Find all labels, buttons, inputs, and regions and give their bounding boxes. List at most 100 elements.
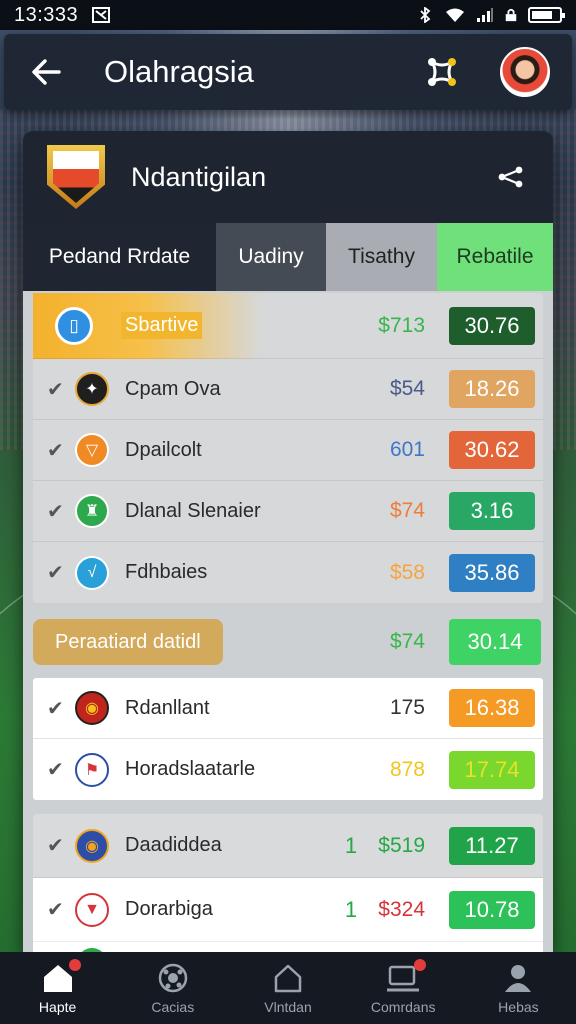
share-icon — [498, 166, 523, 188]
odds-list: ▯ Sbartive $713 30.76 ✔ ✦ Cpam Ova $54 1… — [23, 291, 553, 953]
team-price: 601 — [389, 438, 425, 461]
wifi-icon — [446, 8, 464, 22]
profile-icon — [501, 961, 535, 995]
nav-home[interactable]: Hapte — [0, 952, 115, 1024]
nav-vlntdan[interactable]: Vlntdan — [230, 952, 345, 1024]
odds-badge[interactable]: 30.62 — [449, 431, 535, 469]
team-price: 175 — [389, 696, 425, 719]
status-bar: 13:333 — [0, 0, 576, 30]
avatar[interactable] — [500, 47, 550, 97]
check-icon: ✔ — [47, 439, 64, 462]
team-price: $58 — [389, 560, 425, 584]
odds-badge[interactable]: 17.74 — [449, 750, 535, 789]
team-name: Fdhbaies — [125, 561, 208, 583]
tab-rebatile[interactable]: Rebatile — [437, 223, 553, 291]
network-button[interactable] — [420, 50, 464, 94]
list-item[interactable]: ✔ ◉ Rdanllant 175 16.38 — [33, 678, 543, 739]
odds-badge[interactable]: 11.27 — [449, 826, 535, 865]
odds-badge[interactable]: 3.16 — [449, 492, 535, 530]
check-icon: ✔ — [47, 378, 64, 401]
monitor-icon — [386, 959, 427, 995]
odds-group-middle: ✔ ◉ Rdanllant 175 16.38 ✔ ⚑ Horadslaatar… — [33, 678, 543, 800]
section-label: Peraatiard datidl — [33, 619, 223, 665]
volume-indicator: 1 — [344, 832, 358, 858]
tab-uadiny[interactable]: Uadiny — [216, 223, 326, 291]
team-name: Daadiddea — [125, 834, 222, 856]
back-button[interactable] — [26, 52, 66, 92]
notification-badge — [68, 959, 81, 971]
tab-pedand-rrdate[interactable]: Pedand Rrdate — [23, 223, 216, 291]
odds-group-bottom: ✔ ◉ Daadiddea 1 $519 11.27 ✔ ▼ Dorarbiga… — [33, 814, 543, 953]
odds-badge[interactable]: 35.86 — [449, 553, 535, 592]
check-icon: ✔ — [47, 697, 64, 720]
odds-group-top: ▯ Sbartive $713 30.76 ✔ ✦ Cpam Ova $54 1… — [33, 293, 543, 603]
section-header[interactable]: Peraatiard datidl $74 30.14 — [33, 611, 543, 673]
team-name: Dorarbiga — [125, 898, 213, 920]
list-item[interactable]: ✔ ▽ Dpailcolt 601 30.62 — [33, 420, 543, 481]
section-price: $74 — [389, 630, 425, 653]
team-logo-icon: ♜ — [75, 494, 109, 528]
team-logo-icon: √ — [75, 555, 109, 590]
list-item[interactable]: ✔ √ Fdhbaies $58 35.86 — [33, 542, 543, 603]
team-price: $74 — [389, 499, 425, 522]
odds-badge[interactable]: 10.78 — [449, 890, 535, 929]
team-name: Dpailcolt — [125, 438, 202, 461]
check-icon: ✔ — [47, 899, 64, 921]
home-icon — [41, 959, 81, 995]
team-card: Ndantigilan Pedand Rrdate Uadiny Tisathy… — [23, 131, 553, 953]
team-logo-icon: ⚑ — [75, 752, 109, 787]
featured-price: $713 — [378, 313, 425, 337]
check-icon: ✔ — [47, 562, 64, 584]
tab-bar: Pedand Rrdate Uadiny Tisathy Rebatile — [23, 223, 553, 291]
team-crest-icon — [47, 145, 105, 209]
team-logo-icon: ◉ — [75, 828, 109, 863]
check-icon: ✔ — [47, 759, 64, 781]
nav-hebas[interactable]: Hebas — [461, 952, 576, 1024]
team-name: Rdanllant — [125, 696, 210, 719]
team-price: $324 — [378, 897, 425, 921]
notification-badge — [414, 959, 427, 971]
share-button[interactable] — [493, 159, 529, 195]
notification-icon — [92, 7, 111, 23]
team-price: 878 — [389, 757, 425, 781]
volume-indicator: 1 — [344, 896, 358, 922]
list-item[interactable]: ✔ ◉ Daadiddea 1 $519 11.27 — [33, 814, 543, 878]
list-item[interactable]: ✔ ✦ Cpam Ova $54 18.26 — [33, 359, 543, 420]
list-item[interactable]: ✔ ▼ Dorarbiga 1 $324 10.78 — [33, 878, 543, 942]
odds-badge[interactable]: 18.26 — [449, 370, 535, 408]
team-logo-icon: ▽ — [75, 433, 109, 467]
odds-badge[interactable]: 16.38 — [449, 689, 535, 727]
check-icon: ✔ — [47, 500, 64, 523]
featured-icon: ▯ — [55, 306, 93, 345]
team-logo-icon: ▼ — [75, 892, 109, 927]
team-logo-icon: ✦ — [75, 372, 109, 406]
team-price: $519 — [378, 833, 425, 857]
signal-icon — [477, 8, 493, 22]
nav-label: Cacias — [151, 999, 195, 1015]
ball-icon — [156, 961, 190, 995]
section-odds-badge[interactable]: 30.14 — [449, 619, 541, 665]
battery-icon — [528, 7, 565, 23]
app-header: Olahragsia — [4, 34, 572, 110]
nav-cacias[interactable]: Cacias — [115, 952, 230, 1024]
list-item[interactable]: ✔ ⚑ Horadslaatarle 878 17.74 — [33, 739, 543, 800]
team-logo-icon: ◉ — [75, 691, 109, 725]
lock-icon — [505, 8, 517, 22]
list-item[interactable]: ✔ ♜ Dlanal Slenaier $74 3.16 — [33, 481, 543, 542]
team-price: $54 — [389, 377, 425, 400]
tab-tisathy[interactable]: Tisathy — [326, 223, 437, 291]
team-name: Cpam Ova — [125, 377, 221, 400]
featured-odds-badge[interactable]: 30.76 — [449, 306, 535, 345]
status-time: 13:333 — [14, 3, 79, 26]
nav-label: Comrdans — [370, 999, 436, 1015]
card-header: Ndantigilan — [23, 131, 553, 223]
page-title: Olahragsia — [104, 54, 254, 89]
check-icon: ✔ — [47, 835, 64, 857]
nav-label: Hapte — [38, 999, 77, 1015]
team-name: Dlanal Slenaier — [125, 499, 261, 522]
arrow-left-icon — [32, 59, 61, 85]
card-title: Ndantigilan — [131, 161, 267, 192]
featured-row[interactable]: ▯ Sbartive $713 30.76 — [33, 293, 543, 359]
nav-comrdans[interactable]: Comrdans — [346, 952, 461, 1024]
bottom-navigation: Hapte Cacias Vlntdan Comrdans Hebas — [0, 952, 576, 1024]
